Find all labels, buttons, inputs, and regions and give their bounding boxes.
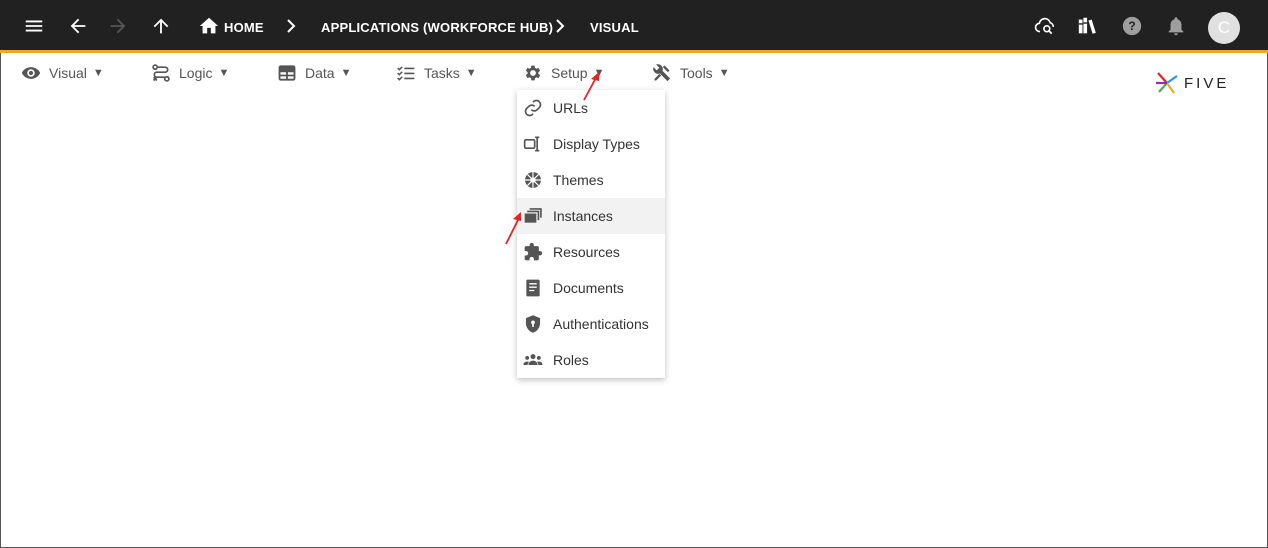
- setup-menu-item-label: Authentications: [553, 316, 649, 332]
- help-icon[interactable]: ?: [1120, 14, 1144, 38]
- flow-icon: [152, 64, 170, 82]
- hamburger-menu-icon[interactable]: [22, 14, 46, 38]
- menu-visual[interactable]: Visual ▼: [21, 63, 104, 83]
- checklist-icon: [397, 66, 415, 81]
- chevron-right-icon: [556, 19, 565, 33]
- five-logo: FIVE: [1154, 70, 1229, 96]
- caret-down-icon: ▼: [92, 67, 104, 79]
- setup-menu-item-label: Resources: [553, 244, 620, 260]
- eye-icon: [21, 67, 41, 79]
- home-icon[interactable]: [197, 14, 221, 38]
- theme-icon: [525, 172, 541, 188]
- setup-menu-item-themes[interactable]: Themes: [517, 162, 665, 198]
- menu-data[interactable]: Data ▼: [277, 63, 351, 83]
- five-logo-icon: [1156, 72, 1178, 94]
- five-logo-text: FIVE: [1184, 74, 1230, 92]
- document-icon: [526, 279, 540, 297]
- user-avatar[interactable]: C: [1208, 12, 1240, 44]
- menu-tools[interactable]: Tools ▼: [652, 63, 730, 83]
- up-arrow-icon[interactable]: [149, 14, 173, 38]
- caret-down-icon: ▼: [218, 67, 230, 79]
- notifications-bell-icon[interactable]: [1164, 14, 1188, 38]
- breadcrumb-applications[interactable]: APPLICATIONS (WORKFORCE HUB): [321, 20, 553, 35]
- menu-tools-label: Tools: [680, 65, 713, 81]
- tools-icon: [653, 64, 671, 82]
- setup-menu-item-display-types[interactable]: Display Types: [517, 126, 665, 162]
- setup-menu-item-label: Display Types: [553, 136, 640, 152]
- setup-menu-item-label: Roles: [553, 352, 589, 368]
- caret-down-icon: ▼: [718, 67, 730, 79]
- setup-menu-item-documents[interactable]: Documents: [517, 270, 665, 306]
- top-bar: HOME APPLICATIONS (WORKFORCE HUB) VISUAL…: [0, 0, 1268, 53]
- annotation-arrow-instances: [505, 212, 521, 245]
- setup-menu-item-instances[interactable]: Instances: [517, 198, 665, 234]
- caret-down-icon: ▼: [465, 67, 477, 79]
- caret-down-icon: ▼: [340, 67, 352, 79]
- menu-logic-label: Logic: [179, 65, 213, 81]
- people-icon: [523, 354, 543, 365]
- library-books-icon[interactable]: [1076, 14, 1100, 38]
- breadcrumb-visual[interactable]: VISUAL: [590, 20, 639, 35]
- link-icon: [524, 99, 542, 117]
- menu-logic[interactable]: Logic ▼: [151, 63, 229, 83]
- menu-tasks[interactable]: Tasks ▼: [396, 63, 477, 83]
- setup-menu-item-resources[interactable]: Resources: [517, 234, 665, 270]
- main-menu-bar: Visual ▼ Logic ▼ Data ▼ Tasks ▼ Setup ▼ …: [0, 56, 1268, 90]
- setup-menu-item-label: Documents: [553, 280, 624, 296]
- setup-dropdown-menu: URLs Display Types Themes Instances Reso…: [517, 90, 665, 378]
- back-arrow-icon[interactable]: [66, 14, 90, 38]
- menu-tasks-label: Tasks: [424, 65, 460, 81]
- annotation-arrow-setup: [583, 72, 599, 101]
- forward-arrow-icon[interactable]: [106, 14, 130, 38]
- chevron-right-icon: [287, 19, 296, 33]
- table-icon: [278, 65, 296, 81]
- svg-text:?: ?: [1128, 19, 1135, 33]
- display-type-icon: [523, 136, 540, 152]
- menu-data-label: Data: [305, 65, 335, 81]
- gear-icon: [525, 65, 541, 81]
- menu-visual-label: Visual: [49, 65, 87, 81]
- setup-menu-item-roles[interactable]: Roles: [517, 342, 665, 378]
- setup-menu-item-label: Themes: [553, 172, 604, 188]
- cloud-search-icon[interactable]: [1033, 14, 1057, 38]
- breadcrumb-home[interactable]: HOME: [224, 20, 264, 35]
- setup-menu-item-authentications[interactable]: Authentications: [517, 306, 665, 342]
- setup-menu-item-label: Instances: [553, 208, 613, 224]
- shield-icon: [525, 315, 541, 333]
